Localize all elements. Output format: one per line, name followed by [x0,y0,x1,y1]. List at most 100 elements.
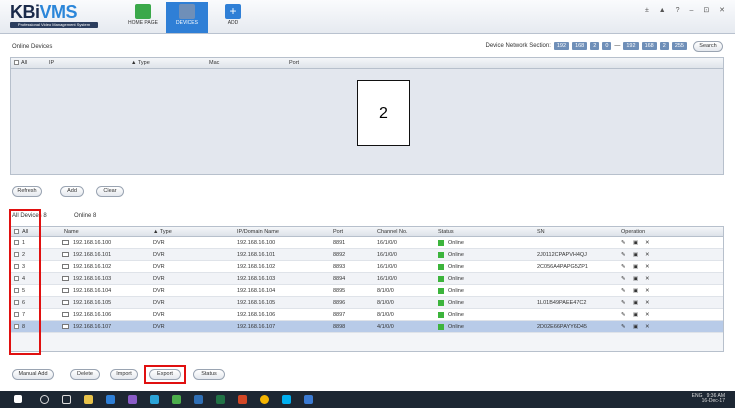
import-button[interactable]: Import [110,369,138,380]
device-status: Online [448,240,464,246]
refresh-button[interactable]: Refresh [12,186,42,197]
edit-icon[interactable]: ✎ [621,252,626,258]
delete-icon[interactable]: ▣ [633,252,638,258]
edit-icon[interactable]: ✎ [621,276,626,282]
kbivms-taskbar-icon[interactable] [304,395,313,404]
table-row[interactable]: 1 192.168.16.100 DVR 192.168.16.100 8891 16/1… [11,237,723,249]
remove-icon[interactable]: ✕ [645,252,650,258]
add-button[interactable]: Add [60,186,84,197]
table-row[interactable]: 8 192.168.16.107 DVR 192.168.16.107 8898 4/1/… [11,321,723,333]
device-port: 8895 [333,288,346,294]
table-header: All Name ▲ Type IP/Domain Name Port Chan… [11,227,723,237]
device-type: DVR [153,252,165,258]
device-icon [62,240,69,245]
edit-icon[interactable]: ✎ [621,264,626,270]
edit-icon[interactable]: ✎ [621,240,626,246]
edge-icon[interactable] [106,395,115,404]
system-tray[interactable]: ENG 9:36 AM 16-Dec-17 [692,394,725,404]
device-icon [62,312,69,317]
highlight-checkbox-column [9,209,41,355]
remove-icon[interactable]: ✕ [645,276,650,282]
remove-icon[interactable]: ✕ [645,324,650,330]
ip-start-2[interactable]: 168 [572,42,588,50]
delete-icon[interactable]: ▣ [633,276,638,282]
table-row[interactable]: 3 192.168.16.102 DVR 192.168.16.102 8893 16/1… [11,261,723,273]
remove-icon[interactable]: ✕ [645,300,650,306]
manual-add-button[interactable]: Manual Add [12,369,54,380]
device-icon [62,264,69,269]
table-row[interactable]: 7 192.168.16.106 DVR 192.168.16.106 8897 8/1/… [11,309,723,321]
device-name: 192.168.16.102 [73,264,112,270]
delete-icon[interactable]: ▣ [633,288,638,294]
tab-home-page[interactable]: HOME PAGE [122,2,164,33]
skype-icon[interactable] [282,395,291,404]
online-devices-header: All IP ▲ Type Mac Port [11,58,723,69]
tab-devices[interactable]: DEVICES [166,2,208,33]
ip-end-1[interactable]: 192 [623,42,639,50]
select-all-checkbox[interactable] [14,60,19,65]
app-icon[interactable] [128,395,137,404]
devices-icon [179,4,195,19]
device-icon [62,276,69,281]
delete-icon[interactable]: ▣ [633,240,638,246]
device-icon [62,252,69,257]
file-explorer-icon[interactable] [84,395,93,404]
device-name: 192.168.16.105 [73,300,112,306]
delete-button[interactable]: Delete [70,369,100,380]
delete-icon[interactable]: ▣ [633,300,638,306]
ip-end-4[interactable]: 255 [671,42,687,50]
device-channel: 8/1/0/0 [377,288,394,294]
ip-end-2[interactable]: 168 [641,42,657,50]
title-bar: KBiVMS Professional Video Management Sys… [0,0,735,34]
remove-icon[interactable]: ✕ [645,264,650,270]
online-status-icon [438,240,444,246]
table-row[interactable]: 4 192.168.16.103 DVR 192.168.16.103 8894 16/1… [11,273,723,285]
task-view-icon[interactable] [62,395,71,404]
device-type: DVR [153,264,165,270]
windows-start-icon[interactable] [14,395,22,403]
word-icon[interactable] [194,395,203,404]
ip-start-4[interactable]: 0 [602,42,612,50]
edit-icon[interactable]: ✎ [621,312,626,318]
edit-icon[interactable]: ✎ [621,288,626,294]
device-channel: 16/1/0/0 [377,276,397,282]
ie-icon[interactable] [150,395,159,404]
window-controls[interactable]: ± ▲ ? – ⊡ ✕ [645,6,729,14]
table-row[interactable]: 5 192.168.16.104 DVR 192.168.16.104 8895 8/1/… [11,285,723,297]
delete-icon[interactable]: ▣ [633,324,638,330]
device-icon [62,288,69,293]
excel-icon[interactable] [216,395,225,404]
device-ip: 192.168.16.105 [237,300,276,306]
ip-start-1[interactable]: 192 [553,42,570,50]
edit-icon[interactable]: ✎ [621,324,626,330]
device-ip: 192.168.16.103 [237,276,276,282]
store-icon[interactable] [172,395,181,404]
remove-icon[interactable]: ✕ [645,288,650,294]
device-channel: 16/1/0/0 [377,240,397,246]
table-row[interactable]: 2 192.168.16.101 DVR 192.168.16.101 8892 16/1… [11,249,723,261]
ip-end-3[interactable]: 2 [659,42,669,50]
delete-icon[interactable]: ▣ [633,264,638,270]
edit-icon[interactable]: ✎ [621,300,626,306]
online-status-icon [438,276,444,282]
chrome-icon[interactable] [260,395,269,404]
device-port: 8893 [333,264,346,270]
device-status: Online [448,276,464,282]
remove-icon[interactable]: ✕ [645,240,650,246]
tab-add[interactable]: + ADD [212,2,254,33]
device-port: 8891 [333,240,346,246]
table-row[interactable]: 6 192.168.16.105 DVR 192.168.16.105 8896 8/1/… [11,297,723,309]
device-sn: 1L01B49PAEE47C2 [537,300,587,306]
search-icon[interactable] [40,395,49,404]
online-status-icon [438,312,444,318]
clear-button[interactable]: Clear [96,186,124,197]
export-button[interactable]: Export [149,369,181,380]
search-button[interactable]: Search [693,41,723,52]
delete-icon[interactable]: ▣ [633,312,638,318]
device-channel: 8/1/0/0 [377,300,394,306]
ip-start-3[interactable]: 2 [590,42,600,50]
remove-icon[interactable]: ✕ [645,312,650,318]
device-ip: 192.168.16.104 [237,288,276,294]
powerpoint-icon[interactable] [238,395,247,404]
status-button[interactable]: Status [193,369,225,380]
